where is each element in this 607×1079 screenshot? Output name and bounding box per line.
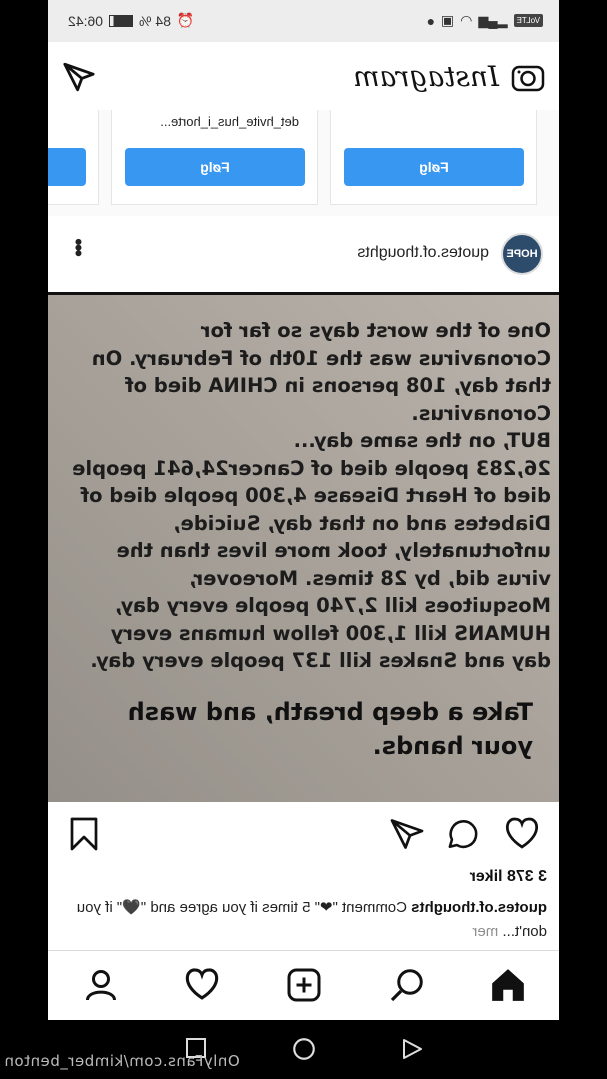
alarm-icon: ⏰ — [176, 12, 195, 28]
signal-icon: ▂▄▆ — [478, 12, 508, 28]
wifi-icon: ◠ — [460, 12, 473, 28]
caption-username[interactable]: quotes.of.thoughts — [411, 899, 547, 916]
status-bar: VoLTE ▂▄▆ ◠ ▣ ● ⏰ 84 % 06:42 — [48, 0, 559, 42]
activity-icon[interactable] — [183, 967, 221, 1006]
suggestion-card: Følg — [330, 110, 537, 205]
image-text-emphasis: Take a deep breath, and wash your hands. — [127, 698, 533, 760]
back-icon[interactable] — [400, 1036, 424, 1067]
phone-frame: VoLTE ▂▄▆ ◠ ▣ ● ⏰ 84 % 06:42 Instagram F… — [48, 0, 559, 1079]
suggestion-card — [48, 110, 99, 205]
suggestion-name: det_hvite_hus_i_horte... — [160, 114, 299, 129]
direct-message-icon[interactable] — [62, 60, 96, 99]
image-text: One of the worst days so far for Coronav… — [72, 319, 551, 672]
share-icon[interactable] — [387, 816, 425, 854]
home-icon[interactable] — [489, 967, 527, 1008]
status-left-icons: VoLTE ▂▄▆ ◠ ▣ ● — [426, 12, 543, 29]
watermark: OnlyFans.com/kimber_benton — [4, 1052, 240, 1070]
more-options-icon[interactable]: ••• — [66, 238, 92, 255]
nfc-icon: ▣ — [440, 12, 455, 28]
battery-percent: 84 % — [139, 12, 171, 29]
post-header: HOPE quotes.of.thoughts ••• — [48, 216, 559, 292]
post-image[interactable]: One of the worst days so far for Coronav… — [48, 292, 559, 802]
follow-button[interactable]: Følg — [125, 148, 305, 186]
battery-icon — [109, 14, 134, 27]
app-header: Instagram — [48, 42, 559, 111]
avatar[interactable]: HOPE — [501, 233, 543, 275]
follow-button[interactable]: Følg — [344, 148, 524, 186]
spotify-icon: ● — [426, 12, 435, 29]
follow-button[interactable] — [48, 148, 86, 186]
system-nav-bar — [48, 1020, 559, 1079]
clock: 06:42 — [68, 12, 104, 29]
screen-mirrored: VoLTE ▂▄▆ ◠ ▣ ● ⏰ 84 % 06:42 Instagram F… — [48, 0, 559, 1020]
add-post-icon[interactable] — [286, 967, 322, 1008]
status-right: ⏰ 84 % 06:42 — [68, 12, 194, 29]
suggestion-card: det_hvite_hus_i_horte... Følg — [111, 110, 318, 205]
bottom-nav — [48, 950, 559, 1020]
suggested-accounts: Følg det_hvite_hus_i_horte... Følg — [48, 110, 559, 217]
profile-icon[interactable] — [83, 967, 119, 1008]
volte-badge: VoLTE — [513, 14, 543, 27]
save-icon[interactable] — [62, 816, 100, 854]
instagram-logo: Instagram — [353, 60, 499, 93]
post-username[interactable]: quotes.of.thoughts — [357, 244, 489, 262]
comment-icon[interactable] — [443, 817, 481, 855]
home-circle-icon[interactable] — [291, 1036, 317, 1067]
like-icon[interactable] — [503, 816, 541, 854]
post-caption: quotes.of.thoughts Comment "❤" 5 times i… — [67, 896, 547, 944]
search-icon[interactable] — [389, 967, 425, 1008]
camera-icon[interactable] — [511, 62, 545, 97]
like-count[interactable]: 3 378 liker — [470, 868, 547, 886]
post-actions — [48, 802, 559, 864]
caption-more[interactable]: mer — [472, 923, 498, 940]
